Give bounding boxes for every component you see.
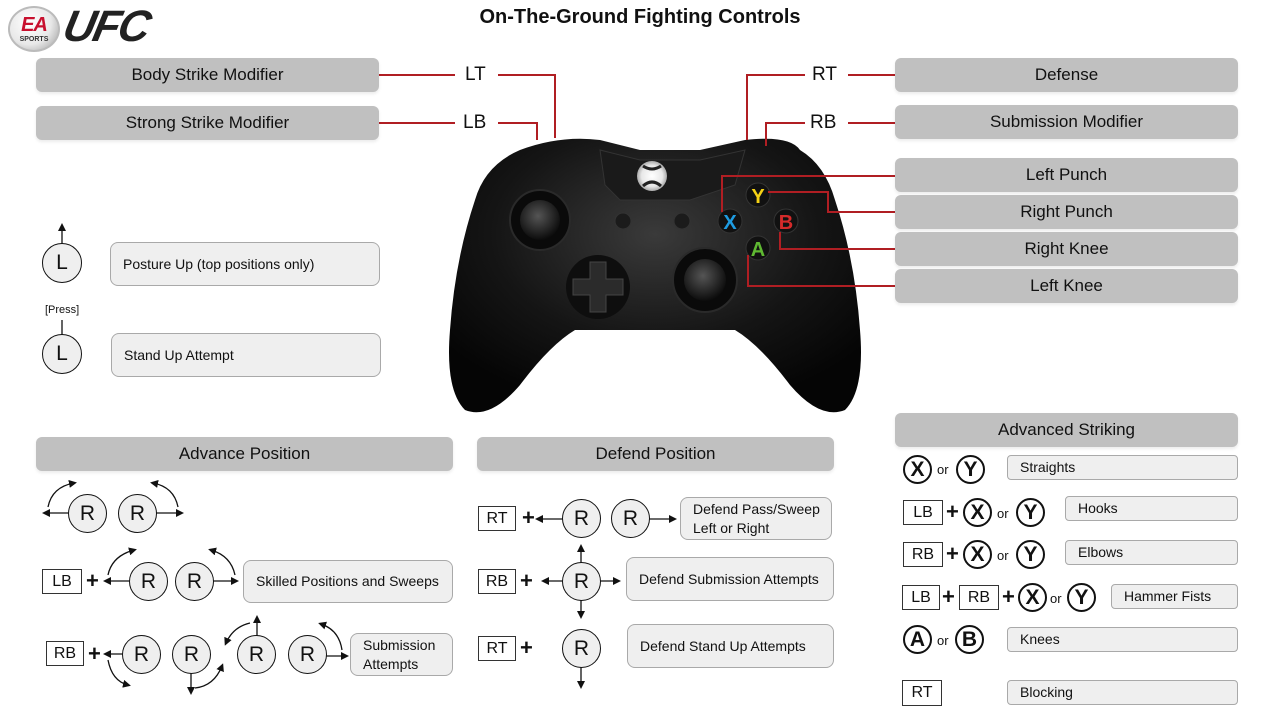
straights-box: Straights: [1007, 455, 1238, 480]
plus-sign: +: [86, 568, 99, 593]
rt-key: RT: [478, 506, 516, 531]
press-label: [Press]: [45, 304, 80, 316]
y-button-icon: Y: [1016, 540, 1045, 569]
advance-row2-arrows: [103, 547, 239, 585]
rb-key: RB: [478, 569, 516, 594]
left-stick-press-icon: L: [42, 334, 82, 374]
right-stick-icon: R: [562, 629, 601, 668]
left-stick-icon: L: [42, 243, 82, 283]
plus-sign: +: [1002, 584, 1015, 609]
plus-sign: +: [946, 541, 959, 566]
right-stick-icon: R: [68, 494, 107, 533]
defend-standup-box: Defend Stand Up Attempts: [627, 624, 834, 668]
right-stick-icon: R: [122, 635, 161, 674]
knees-box: Knees: [1007, 627, 1238, 652]
right-stick-icon: R: [175, 562, 214, 601]
plus-sign: +: [520, 568, 533, 593]
skilled-positions-box: Skilled Positions and Sweeps: [243, 560, 453, 603]
elbows-box: Elbows: [1065, 540, 1238, 565]
right-stick-icon: R: [129, 562, 168, 601]
advance-position-header: Advance Position: [36, 437, 453, 471]
plus-sign: +: [520, 635, 533, 660]
defend-pass-box: Defend Pass/Sweep Left or Right: [680, 497, 832, 540]
submission-attempts-box: Submission Attempts: [350, 633, 453, 676]
x-button-icon: X: [1018, 583, 1047, 612]
posture-up-box: Posture Up (top positions only): [110, 242, 380, 286]
rt-key: RT: [902, 680, 942, 706]
a-button-icon: A: [903, 625, 932, 654]
y-button-icon: Y: [1067, 583, 1096, 612]
rb-key: RB: [959, 585, 999, 610]
or-text: or: [997, 548, 1009, 563]
lb-key: LB: [903, 500, 943, 525]
rb-key: RB: [46, 641, 84, 666]
or-text: or: [997, 506, 1009, 521]
stand-up-box: Stand Up Attempt: [111, 333, 381, 377]
right-stick-icon: R: [562, 562, 601, 601]
right-stick-icon: R: [172, 635, 211, 674]
blocking-box: Blocking: [1007, 680, 1238, 705]
right-stick-icon: R: [288, 635, 327, 674]
right-stick-icon: R: [611, 499, 650, 538]
x-button-icon: X: [963, 498, 992, 527]
or-text: or: [937, 462, 949, 477]
right-stick-icon: R: [562, 499, 601, 538]
lb-key: LB: [902, 585, 940, 610]
y-button-icon: Y: [1016, 498, 1045, 527]
advanced-striking-header: Advanced Striking: [895, 413, 1238, 447]
x-button-icon: X: [963, 540, 992, 569]
advance-row1-arrows: [42, 479, 184, 517]
right-stick-icon: R: [237, 635, 276, 674]
right-stick-icon: R: [118, 494, 157, 533]
plus-sign: +: [942, 584, 955, 609]
defend-position-header: Defend Position: [477, 437, 834, 471]
rb-key: RB: [903, 542, 943, 567]
defend-submission-box: Defend Submission Attempts: [626, 557, 834, 601]
rt-key: RT: [478, 636, 516, 661]
plus-sign: +: [522, 505, 535, 530]
hooks-box: Hooks: [1065, 496, 1238, 521]
y-button-icon: Y: [956, 455, 985, 484]
hammer-fists-box: Hammer Fists: [1111, 584, 1238, 609]
or-text: or: [937, 633, 949, 648]
or-text: or: [1050, 591, 1062, 606]
b-button-icon: B: [955, 625, 984, 654]
plus-sign: +: [88, 641, 101, 666]
lb-key: LB: [42, 569, 82, 594]
x-button-icon: X: [903, 455, 932, 484]
plus-sign: +: [946, 499, 959, 524]
